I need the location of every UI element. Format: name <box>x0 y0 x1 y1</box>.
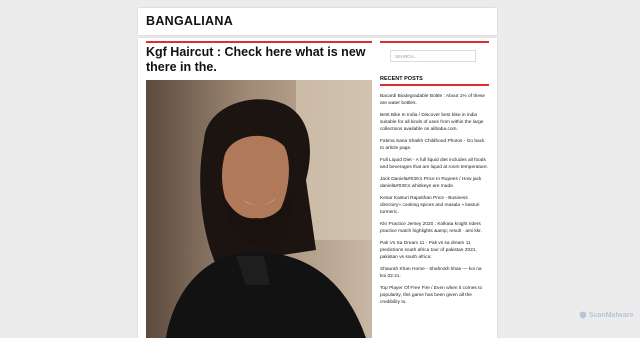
shield-icon <box>579 311 587 319</box>
recent-post-link[interactable]: Kesar Kasturi Rajasthan Price - Business… <box>380 195 488 217</box>
sidebar-accent-rule <box>380 41 489 43</box>
site-header: BANGALIANA <box>138 8 497 35</box>
search-input[interactable]: SEARCH... <box>390 50 476 62</box>
recent-post-link[interactable]: Best Bike In India / Discover best bike … <box>380 112 488 134</box>
recent-post-link[interactable]: Jack Daniel&#039;s Price In Rupees / How… <box>380 176 488 190</box>
watermark-label: ScanMalware <box>589 311 634 319</box>
recent-post-link[interactable]: Full Liquid Diet - A full liquid diet in… <box>380 157 488 171</box>
featured-image <box>146 80 372 338</box>
recent-post-link[interactable]: Bacardi Biodegradable Bottle : About 1% … <box>380 93 488 107</box>
content-area: Kgf Haircut : Check here what is new the… <box>138 38 497 338</box>
recent-post-link[interactable]: Pak Vs Sa Dream 11 - Pak vs sa dream 11 … <box>380 240 488 262</box>
recent-posts-list: Bacardi Biodegradable Bottle : About 1% … <box>380 93 488 311</box>
recent-posts-rule <box>380 84 489 86</box>
recent-post-link[interactable]: Shaurah Khan Home - Shahrukh khan — koi … <box>380 266 488 280</box>
site-title[interactable]: BANGALIANA <box>146 14 233 28</box>
scanmalware-watermark: ScanMalware <box>579 311 633 319</box>
recent-posts-heading: RECENT POSTS <box>380 76 423 82</box>
recent-post-link[interactable]: Fatima Sana Shaikh Childhood Photos - Go… <box>380 138 488 152</box>
recent-post-link[interactable]: Top Player Of Free Fire / Even when it c… <box>380 285 488 307</box>
post-title: Kgf Haircut : Check here what is new the… <box>146 45 366 74</box>
main-accent-rule <box>146 41 372 43</box>
recent-post-link[interactable]: Kkr Practice Jersey 2020 : Kolkata knigh… <box>380 221 488 235</box>
featured-photo <box>146 80 372 338</box>
